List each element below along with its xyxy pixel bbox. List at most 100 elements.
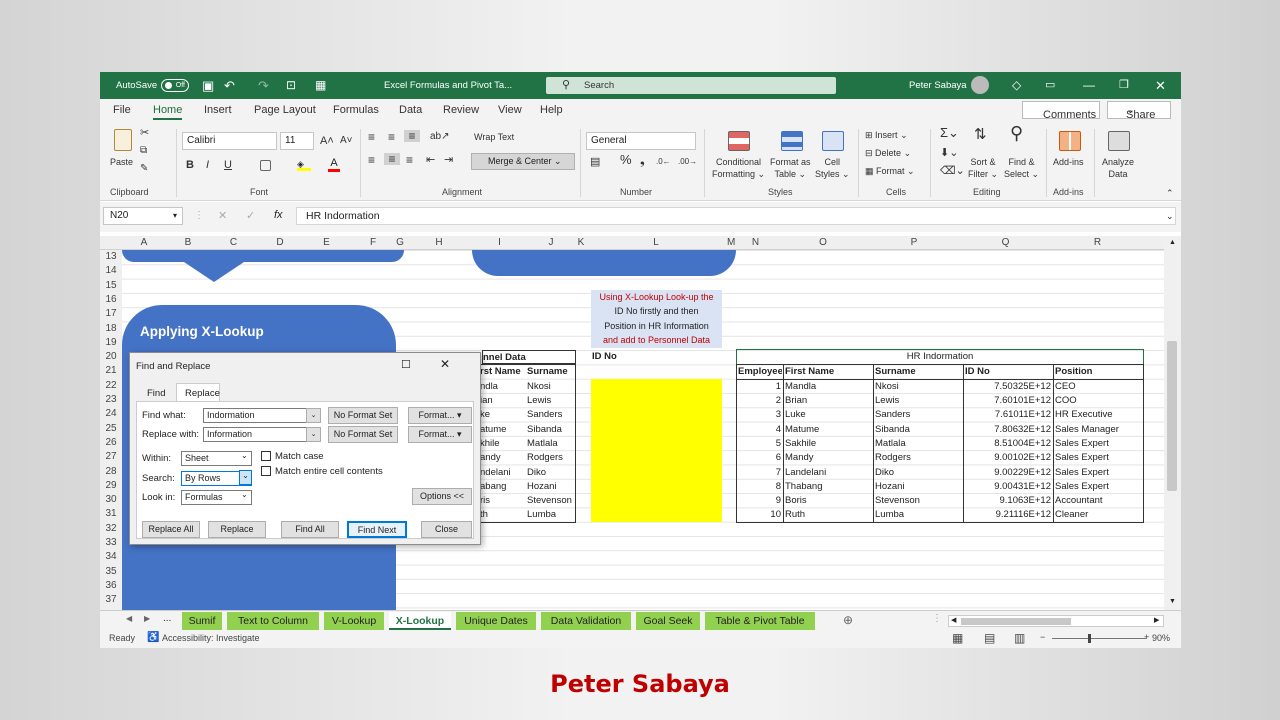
tab-table-pivot[interactable]: Table & Pivot Table [705,612,815,630]
row-header[interactable]: 32 [100,523,122,534]
menu-data[interactable]: Data [399,104,422,116]
column-header[interactable]: B [166,237,210,248]
analyze-data-button[interactable]: Analyze Data [1102,156,1134,180]
column-header[interactable]: K [577,237,585,248]
copy-icon[interactable]: ⧉ [140,145,147,157]
tab-data-validation[interactable]: Data Validation [541,612,631,630]
row-header[interactable]: 14 [100,265,122,276]
row-header[interactable]: 16 [100,294,122,305]
column-header[interactable]: G [396,237,404,248]
options-button[interactable]: Options << [412,488,472,505]
tab-goal-seek[interactable]: Goal Seek [636,612,700,630]
zoom-out-icon[interactable]: − [1040,632,1045,642]
horizontal-scroll-thumb[interactable] [961,618,1071,625]
redo-icon[interactable]: ↷ [258,72,269,99]
restore-icon[interactable]: ❐ [1119,72,1129,99]
font-size-select[interactable]: 11 [280,132,314,150]
row-header[interactable]: 25 [100,423,122,434]
row-header[interactable]: 31 [100,508,122,519]
fill-color-icon[interactable]: ◈ [297,159,311,171]
decrease-indent-icon[interactable]: ⇤ [426,154,435,166]
column-header[interactable]: Q [960,237,1051,248]
tab-sumif[interactable]: Sumif [182,612,222,630]
accessibility-status[interactable]: Accessibility: Investigate [162,633,260,643]
look-in-dropdown-icon[interactable]: ⌄ [241,490,248,499]
horizontal-scrollbar[interactable]: ◀ ▶ [948,615,1164,627]
column-header[interactable]: H [404,237,474,248]
row-header[interactable]: 37 [100,594,122,605]
wrap-text-button[interactable]: Wrap Text [474,131,514,143]
find-select-button[interactable]: Find & Select ⌄ [1004,156,1039,180]
tab-x-lookup[interactable]: X-Lookup [389,612,451,630]
avatar[interactable] [971,76,989,94]
scroll-left-icon[interactable]: ◀ [951,616,956,624]
number-format-select[interactable]: General [586,132,696,150]
row-header[interactable]: 27 [100,451,122,462]
column-header[interactable]: N [733,237,778,248]
underline-icon[interactable]: U [224,159,232,171]
normal-view-icon[interactable]: ▦ [952,631,963,645]
row-header[interactable]: 35 [100,566,122,577]
share-button[interactable]: Share ⌄ [1107,101,1171,121]
increase-font-icon[interactable]: A˄ [320,135,334,147]
search-dropdown-icon[interactable]: ⌄ [239,470,252,485]
find-what-input[interactable]: Indormation [203,408,321,423]
collapse-ribbon-icon[interactable]: ⌃ [1166,187,1174,199]
format-as-table-button[interactable]: Format as Table ⌄ [770,156,811,180]
font-name-select[interactable]: Calibri [182,132,277,150]
search-box[interactable]: Search [546,77,836,94]
find-next-button[interactable]: Find Next [347,521,407,538]
format-button[interactable]: ▦ Format ⌄ [865,165,915,177]
vertical-scroll-thumb[interactable] [1167,341,1177,491]
align-top-icon[interactable]: ≡ [368,131,375,143]
zoom-slider-thumb[interactable] [1088,634,1091,643]
find-dropdown-icon[interactable]: ⌄ [306,408,321,423]
row-header[interactable]: 30 [100,494,122,505]
menu-formulas[interactable]: Formulas [333,104,379,116]
minimize-icon[interactable]: — [1083,72,1095,99]
row-header[interactable]: 22 [100,380,122,391]
decrease-font-icon[interactable]: A˅ [340,135,353,147]
align-center-icon[interactable]: ≡ [384,153,400,165]
cell-styles-icon[interactable] [822,131,844,151]
formula-input[interactable]: HR Indormation [296,207,1176,225]
merge-center-button[interactable]: Merge & Center ⌄ [471,153,575,170]
column-header[interactable]: J [525,237,577,248]
hr-title[interactable]: HR Indormation [736,349,1144,365]
page-layout-view-icon[interactable]: ▤ [984,631,995,645]
quick-access-icon[interactable]: ⊡ [286,72,296,99]
expand-formula-icon[interactable]: ⌄ [1166,211,1174,222]
column-header[interactable]: I [474,237,525,248]
scroll-down-icon[interactable]: ▼ [1169,598,1176,605]
row-header[interactable]: 15 [100,280,122,291]
row-header[interactable]: 24 [100,408,122,419]
format-painter-icon[interactable]: ✎ [140,163,148,175]
font-color-icon[interactable]: A [328,157,340,172]
find-all-button[interactable]: Find All [281,521,339,538]
find-select-icon[interactable]: ⚲ [1010,124,1023,142]
row-header[interactable]: 13 [100,251,122,262]
align-bottom-icon[interactable]: ≡ [404,130,420,142]
save-icon[interactable]: ▣ [202,72,214,99]
close-icon[interactable]: ✕ [1155,72,1166,99]
zoom-slider[interactable] [1052,638,1146,639]
page-break-view-icon[interactable]: ▥ [1014,631,1025,645]
analyze-data-icon[interactable] [1108,131,1130,151]
column-header[interactable]: O [778,237,868,248]
prev-sheet-icon[interactable]: ◀ [126,614,132,623]
more-sheets[interactable]: ... [163,613,171,624]
replace-tab[interactable]: Replace [176,383,220,401]
tab-v-lookup[interactable]: V-Lookup [324,612,384,630]
menu-review[interactable]: Review [443,104,479,116]
delete-button[interactable]: ⊟ Delete ⌄ [865,147,911,159]
id-highlight-range[interactable] [591,379,722,522]
name-box[interactable]: N20 [103,207,183,225]
grid-icon[interactable]: ▦ [315,72,326,99]
row-header[interactable]: 20 [100,351,122,362]
menu-view[interactable]: View [498,104,522,116]
menu-home[interactable]: Home [153,104,183,120]
row-header[interactable]: 36 [100,580,122,591]
align-right-icon[interactable]: ≡ [406,154,413,166]
row-header[interactable]: 28 [100,466,122,477]
menu-file[interactable]: File [113,104,131,116]
